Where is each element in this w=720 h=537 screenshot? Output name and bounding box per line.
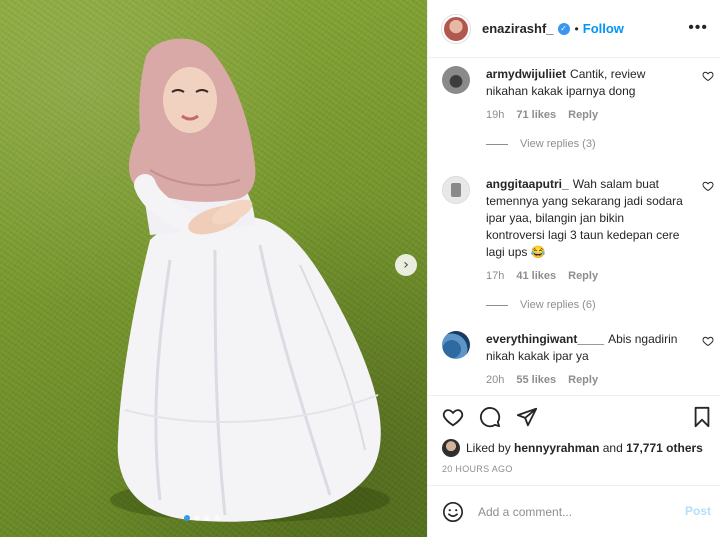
share-icon[interactable] bbox=[516, 406, 538, 428]
follow-button[interactable]: Follow bbox=[583, 21, 624, 36]
comment-meta: 19h 71 likes Reply bbox=[486, 109, 714, 121]
comment-time[interactable]: 17h bbox=[486, 270, 504, 282]
liker-avatar[interactable] bbox=[442, 439, 460, 457]
bookmark-icon[interactable] bbox=[691, 406, 713, 428]
commenter-avatar[interactable] bbox=[442, 331, 470, 359]
comment-item: armydwijuliiet Cantik, review nikahan kak… bbox=[442, 66, 714, 150]
owner-username[interactable]: enazirashf_ bbox=[482, 21, 554, 36]
liked-by-and: and bbox=[602, 441, 623, 455]
view-replies-label: View replies (6) bbox=[520, 299, 596, 311]
comment-reply-button[interactable]: Reply bbox=[568, 270, 598, 282]
post-timestamp[interactable]: 20 HOURS AGO bbox=[442, 464, 513, 474]
comment-username[interactable]: armydwijuliiet bbox=[486, 67, 566, 81]
view-replies-button[interactable]: View replies (3) bbox=[486, 138, 714, 150]
heart-icon[interactable] bbox=[442, 406, 464, 428]
carousel-dots bbox=[184, 515, 220, 521]
carousel-dot bbox=[194, 515, 200, 521]
comment-likes[interactable]: 55 likes bbox=[516, 374, 556, 386]
verified-badge-icon: ✓ bbox=[557, 22, 570, 35]
action-icons bbox=[442, 406, 538, 428]
carousel-dot bbox=[184, 515, 190, 521]
liked-by-count[interactable]: 17,771 others bbox=[626, 441, 703, 455]
chevron-right-icon: › bbox=[403, 257, 409, 273]
comment-meta: 20h 55 likes Reply bbox=[486, 374, 714, 386]
comment-time[interactable]: 19h bbox=[486, 109, 504, 121]
view-replies-label: View replies (3) bbox=[520, 138, 596, 150]
woman-in-white-dress-illustration bbox=[110, 38, 390, 522]
bookmark-button[interactable] bbox=[691, 406, 713, 428]
comment-input[interactable] bbox=[478, 504, 668, 519]
view-replies-button[interactable]: View replies (6) bbox=[486, 299, 714, 311]
comment-body: everythingiwant____ Abis ngadirin nikah k… bbox=[486, 331, 686, 365]
post-photo[interactable]: › bbox=[0, 0, 427, 537]
post-actions: Liked by hennyyrahman and 17,771 others … bbox=[428, 395, 720, 485]
replies-divider-line bbox=[486, 304, 508, 306]
replies-divider-line bbox=[486, 143, 508, 145]
post-header: enazirashf_ ✓ • Follow ••• bbox=[428, 0, 720, 58]
carousel-dot bbox=[204, 515, 210, 521]
header-separator: • bbox=[574, 21, 579, 36]
liked-by-prefix: Liked by bbox=[466, 441, 511, 455]
comment-body: armydwijuliiet Cantik, review nikahan kak… bbox=[486, 66, 686, 100]
carousel-next-button[interactable]: › bbox=[395, 254, 417, 276]
post-side-panel: enazirashf_ ✓ • Follow ••• armydwijuliie… bbox=[427, 0, 720, 537]
comment-meta: 17h 41 likes Reply bbox=[486, 270, 714, 282]
emoji-icon[interactable] bbox=[442, 501, 464, 523]
comment-time[interactable]: 20h bbox=[486, 374, 504, 386]
comment-likes[interactable]: 71 likes bbox=[516, 109, 556, 121]
post-comment-button[interactable]: Post bbox=[685, 504, 711, 518]
comment-username[interactable]: anggitaaputri_ bbox=[486, 177, 569, 191]
comments-list[interactable]: armydwijuliiet Cantik, review nikahan kak… bbox=[428, 58, 720, 395]
comment-item: everythingiwant____ Abis ngadirin nikah k… bbox=[442, 331, 714, 386]
commenter-avatar[interactable] bbox=[442, 176, 470, 204]
likes-summary[interactable]: Liked by hennyyrahman and 17,771 others bbox=[442, 439, 703, 457]
comment-likes[interactable]: 41 likes bbox=[516, 270, 556, 282]
comment-like-heart-icon[interactable] bbox=[702, 70, 714, 82]
comment-item: anggitaaputri_ Wah salam buat temennya ya… bbox=[442, 176, 714, 311]
comment-icon[interactable] bbox=[479, 406, 501, 428]
commenter-avatar[interactable] bbox=[442, 66, 470, 94]
comment-like-heart-icon[interactable] bbox=[702, 180, 714, 192]
comment-reply-button[interactable]: Reply bbox=[568, 374, 598, 386]
comment-body: anggitaaputri_ Wah salam buat temennya ya… bbox=[486, 176, 686, 261]
add-comment-bar: Post bbox=[428, 485, 720, 537]
comment-like-heart-icon[interactable] bbox=[702, 335, 714, 347]
owner-avatar[interactable] bbox=[442, 14, 470, 43]
comment-reply-button[interactable]: Reply bbox=[568, 109, 598, 121]
carousel-dot bbox=[214, 515, 220, 521]
more-horizontal-icon[interactable]: ••• bbox=[688, 19, 708, 37]
liked-by-user[interactable]: hennyyrahman bbox=[514, 441, 599, 455]
comment-username[interactable]: everythingiwant____ bbox=[486, 332, 604, 346]
